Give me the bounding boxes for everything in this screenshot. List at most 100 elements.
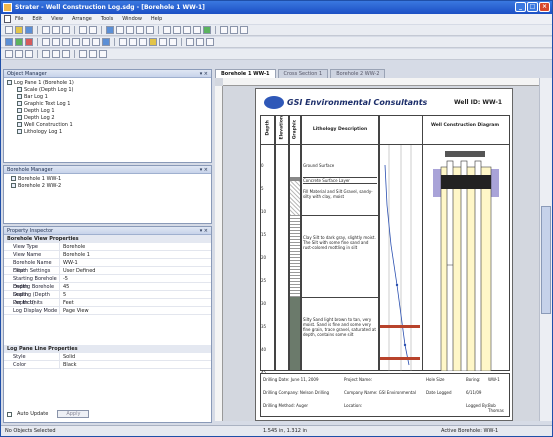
checkbox-icon[interactable] <box>17 94 22 99</box>
borehole-item-2[interactable]: Borehole 2 WW-2 <box>7 183 208 190</box>
select-icon[interactable] <box>106 26 114 34</box>
cross-section-icon[interactable] <box>186 38 194 46</box>
prop-row[interactable]: Color Black <box>4 361 211 369</box>
align-left-icon[interactable] <box>42 50 50 58</box>
well-construction-icon[interactable] <box>102 38 110 46</box>
log-page[interactable]: GSI Environmental Consultants Well ID: W… <box>255 88 513 421</box>
menu-tools[interactable]: Tools <box>101 16 113 22</box>
section-line-properties[interactable]: Log Pane Line Properties <box>4 345 211 353</box>
font-color-icon[interactable] <box>99 50 107 58</box>
menu-window[interactable]: Window <box>122 16 142 22</box>
copy-icon[interactable] <box>52 26 60 34</box>
tree-item-depth-2[interactable]: Depth Log 2 <box>7 115 208 122</box>
text-icon[interactable] <box>163 26 171 34</box>
symbol-log-icon[interactable] <box>169 38 177 46</box>
tab-cross-section[interactable]: Cross Section 1 <box>277 69 329 78</box>
zoom-in-icon[interactable] <box>116 26 124 34</box>
checkbox-icon[interactable] <box>17 129 22 134</box>
line-icon[interactable] <box>173 26 181 34</box>
auto-update-checkbox[interactable] <box>7 411 12 417</box>
zone-log-icon[interactable] <box>82 38 90 46</box>
tab-borehole-1[interactable]: Borehole 1 WW-1 <box>215 69 276 78</box>
map-icon[interactable] <box>196 38 204 46</box>
checkbox-icon[interactable] <box>17 87 22 92</box>
line-log-icon[interactable] <box>62 38 70 46</box>
close-button[interactable]: × <box>539 2 550 12</box>
pin-icon[interactable]: ▾ × <box>200 70 208 78</box>
group-icon[interactable] <box>230 26 238 34</box>
apply-button[interactable]: Apply <box>57 410 90 418</box>
menu-arrange[interactable]: Arrange <box>72 16 92 22</box>
italic-icon[interactable] <box>15 50 23 58</box>
checkbox-icon[interactable] <box>17 122 22 127</box>
tree-item-log-pane[interactable]: Log Pane 1 (Borehole 1) <box>7 80 208 87</box>
post-log-icon[interactable] <box>119 38 127 46</box>
prop-row[interactable]: Depth Settings User Defined <box>4 267 211 275</box>
log-canvas[interactable]: GSI Environmental Consultants Well ID: W… <box>215 78 539 421</box>
pin-icon[interactable]: ▾ × <box>200 227 208 235</box>
menu-file[interactable]: File <box>15 16 23 22</box>
prop-row[interactable]: Style Solid <box>4 353 211 361</box>
zoom-out-icon[interactable] <box>126 26 134 34</box>
tree-item-well-construction[interactable]: Well Construction 1 <box>7 122 208 129</box>
pointer-icon[interactable] <box>5 38 13 46</box>
delete-icon[interactable] <box>25 38 33 46</box>
undo-icon[interactable] <box>79 26 87 34</box>
section-borehole-view[interactable]: Borehole View Properties <box>4 235 211 243</box>
minimize-button[interactable]: _ <box>515 2 526 12</box>
pin-icon[interactable]: ▾ × <box>200 166 208 174</box>
align-right-icon[interactable] <box>62 50 70 58</box>
percentage-log-icon[interactable] <box>139 38 147 46</box>
tree-item-scale[interactable]: Scale (Depth Log 1) <box>7 87 208 94</box>
prop-row[interactable]: View Type Borehole <box>4 243 211 251</box>
redo-icon[interactable] <box>89 26 97 34</box>
pan-icon[interactable] <box>146 26 154 34</box>
prop-row[interactable]: Depth Units Feet <box>4 299 211 307</box>
checkbox-icon[interactable] <box>17 101 22 106</box>
prop-row[interactable]: Ending Borehole Depth 45 <box>4 283 211 298</box>
ellipse-icon[interactable] <box>193 26 201 34</box>
bar-log-icon[interactable] <box>72 38 80 46</box>
fill-color-icon[interactable] <box>79 50 87 58</box>
underline-icon[interactable] <box>25 50 33 58</box>
align-icon[interactable] <box>220 26 228 34</box>
vertical-scrollbar[interactable] <box>539 78 552 421</box>
tree-item-depth-1[interactable]: Depth Log 1 <box>7 108 208 115</box>
line-color-icon[interactable] <box>89 50 97 58</box>
order-icon[interactable] <box>240 26 248 34</box>
menu-view[interactable]: View <box>51 16 63 22</box>
save-icon[interactable] <box>25 26 33 34</box>
menu-edit[interactable]: Edit <box>32 16 42 22</box>
function-log-icon[interactable] <box>149 38 157 46</box>
table-icon[interactable] <box>206 38 214 46</box>
tree-item-graphic-text[interactable]: Graphic Text Log 1 <box>7 101 208 108</box>
rectangle-icon[interactable] <box>183 26 191 34</box>
zoom-fit-icon[interactable] <box>136 26 144 34</box>
open-icon[interactable] <box>15 26 23 34</box>
prop-row[interactable]: View Name Borehole 1 <box>4 251 211 259</box>
lithology-log-icon[interactable] <box>52 38 60 46</box>
new-icon[interactable] <box>5 26 13 34</box>
prop-row[interactable]: Borehole Name Filter WW-1 <box>4 259 211 274</box>
align-center-icon[interactable] <box>52 50 60 58</box>
borehole-item-1[interactable]: Borehole 1 WW-1 <box>7 176 208 183</box>
bold-icon[interactable] <box>5 50 13 58</box>
checkbox-icon[interactable] <box>17 115 22 120</box>
paste-icon[interactable] <box>62 26 70 34</box>
prop-row[interactable]: Log Display Mode Page View <box>4 307 211 315</box>
text-log-icon[interactable] <box>92 38 100 46</box>
checkbox-icon[interactable] <box>17 108 22 113</box>
cut-icon[interactable] <box>42 26 50 34</box>
depth-log-icon[interactable] <box>42 38 50 46</box>
tab-borehole-2[interactable]: Borehole 2 WW-2 <box>330 69 386 78</box>
tree-item-bar-log[interactable]: Bar Log 1 <box>7 94 208 101</box>
menu-help[interactable]: Help <box>151 16 162 22</box>
add-borehole-icon[interactable] <box>15 38 23 46</box>
maximize-button[interactable]: □ <box>527 2 538 12</box>
prop-row[interactable]: Starting Borehole Depth -5 <box>4 275 211 290</box>
polygon-icon[interactable] <box>203 26 211 34</box>
tadpole-log-icon[interactable] <box>159 38 167 46</box>
tree-item-lithology[interactable]: Lithology Log 1 <box>7 129 208 136</box>
scroll-thumb[interactable] <box>541 206 551 314</box>
prop-row[interactable]: Scaling (Depth Per Inch) 5 <box>4 291 211 306</box>
